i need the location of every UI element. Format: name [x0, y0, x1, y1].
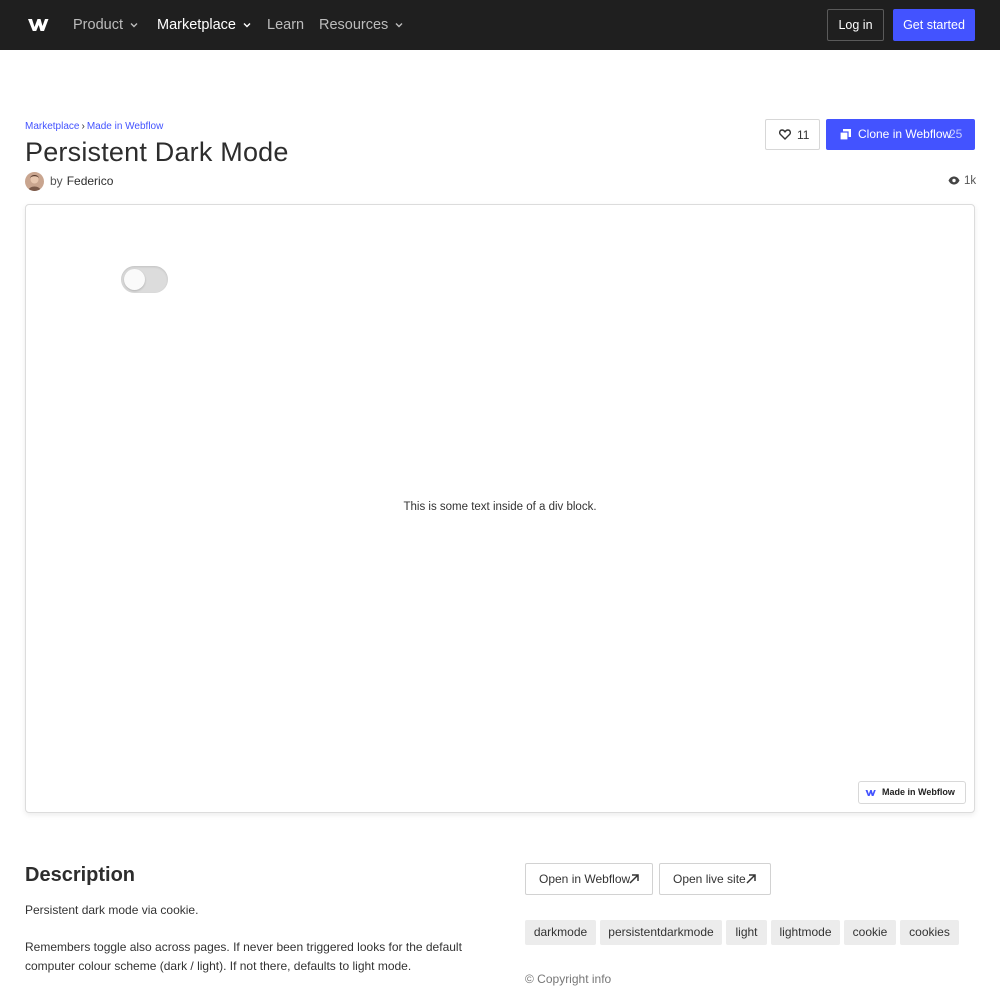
- like-button[interactable]: 11: [765, 119, 820, 150]
- get-started-button[interactable]: Get started: [893, 9, 975, 41]
- tag[interactable]: cookie: [844, 920, 896, 945]
- breadcrumb-link-marketplace[interactable]: Marketplace: [25, 121, 79, 132]
- nav-item-label: Marketplace: [157, 17, 236, 33]
- description-paragraph: Remembers toggle also across pages. If n…: [25, 940, 462, 973]
- tag[interactable]: persistentdarkmode: [600, 920, 722, 945]
- external-arrow-icon: [746, 874, 756, 884]
- copyright-link[interactable]: © Copyright info: [525, 972, 611, 986]
- view-count: 1k: [948, 175, 976, 187]
- like-count: 11: [797, 128, 810, 142]
- open-in-webflow-button[interactable]: Open in Webflow: [525, 863, 653, 895]
- clone-icon: [840, 129, 851, 140]
- tag[interactable]: darkmode: [525, 920, 596, 945]
- open-live-site-button[interactable]: Open live site: [659, 863, 771, 895]
- author-line: by Federico: [50, 174, 113, 188]
- toggle-knob: [124, 269, 145, 290]
- tag[interactable]: light: [726, 920, 767, 945]
- nav-item-label: Resources: [319, 17, 389, 33]
- open-in-webflow-label: Open in Webflow: [539, 872, 631, 886]
- nav-item-learn[interactable]: Learn: [267, 0, 304, 50]
- avatar[interactable]: [25, 172, 44, 191]
- breadcrumb: Marketplace › Made in Webflow: [25, 121, 163, 132]
- open-live-site-label: Open live site: [673, 872, 746, 886]
- tag[interactable]: cookies: [900, 920, 959, 945]
- external-arrow-icon: [629, 874, 639, 884]
- dark-mode-toggle[interactable]: [121, 266, 168, 293]
- made-in-webflow-badge[interactable]: Made in Webflow: [858, 781, 966, 804]
- nav-item-label: Learn: [267, 17, 305, 33]
- breadcrumb-link-made-in-webflow[interactable]: Made in Webflow: [87, 121, 164, 132]
- nav-item-product[interactable]: Product: [73, 0, 138, 50]
- clone-count: 25: [949, 127, 963, 141]
- chevron-down-icon: [395, 23, 403, 28]
- login-button[interactable]: Log in: [827, 9, 884, 41]
- nav-item-label: Product: [73, 17, 123, 33]
- view-count-value: 1k: [964, 175, 977, 187]
- page-title: Persistent Dark Mode: [25, 137, 289, 167]
- description-paragraph: Persistent dark mode via cookie.: [25, 903, 199, 917]
- top-nav: Product Marketplace Learn Resources Log …: [0, 0, 1000, 50]
- heart-icon: [779, 129, 791, 140]
- webflow-logo-icon: [865, 790, 876, 796]
- chevron-down-icon: [243, 23, 251, 28]
- badge-label: Made in Webflow: [882, 787, 955, 797]
- nav-item-resources[interactable]: Resources: [319, 0, 403, 50]
- tag[interactable]: lightmode: [771, 920, 840, 945]
- breadcrumb-separator: ›: [81, 121, 85, 132]
- clone-in-webflow-button[interactable]: Clone in Webflow 25: [826, 119, 975, 150]
- description-title: Description: [25, 864, 136, 886]
- chevron-down-icon: [130, 23, 138, 28]
- clone-label: Clone in Webflow: [858, 127, 952, 141]
- webflow-logo-icon[interactable]: [27, 15, 49, 35]
- eye-icon: [948, 176, 960, 185]
- author-prefix: by: [50, 174, 63, 188]
- preview-text: This is some text inside of a div block.: [403, 501, 597, 513]
- author-name[interactable]: Federico: [67, 174, 114, 188]
- site-preview: This is some text inside of a div block.…: [25, 204, 975, 813]
- nav-item-marketplace[interactable]: Marketplace: [157, 0, 251, 50]
